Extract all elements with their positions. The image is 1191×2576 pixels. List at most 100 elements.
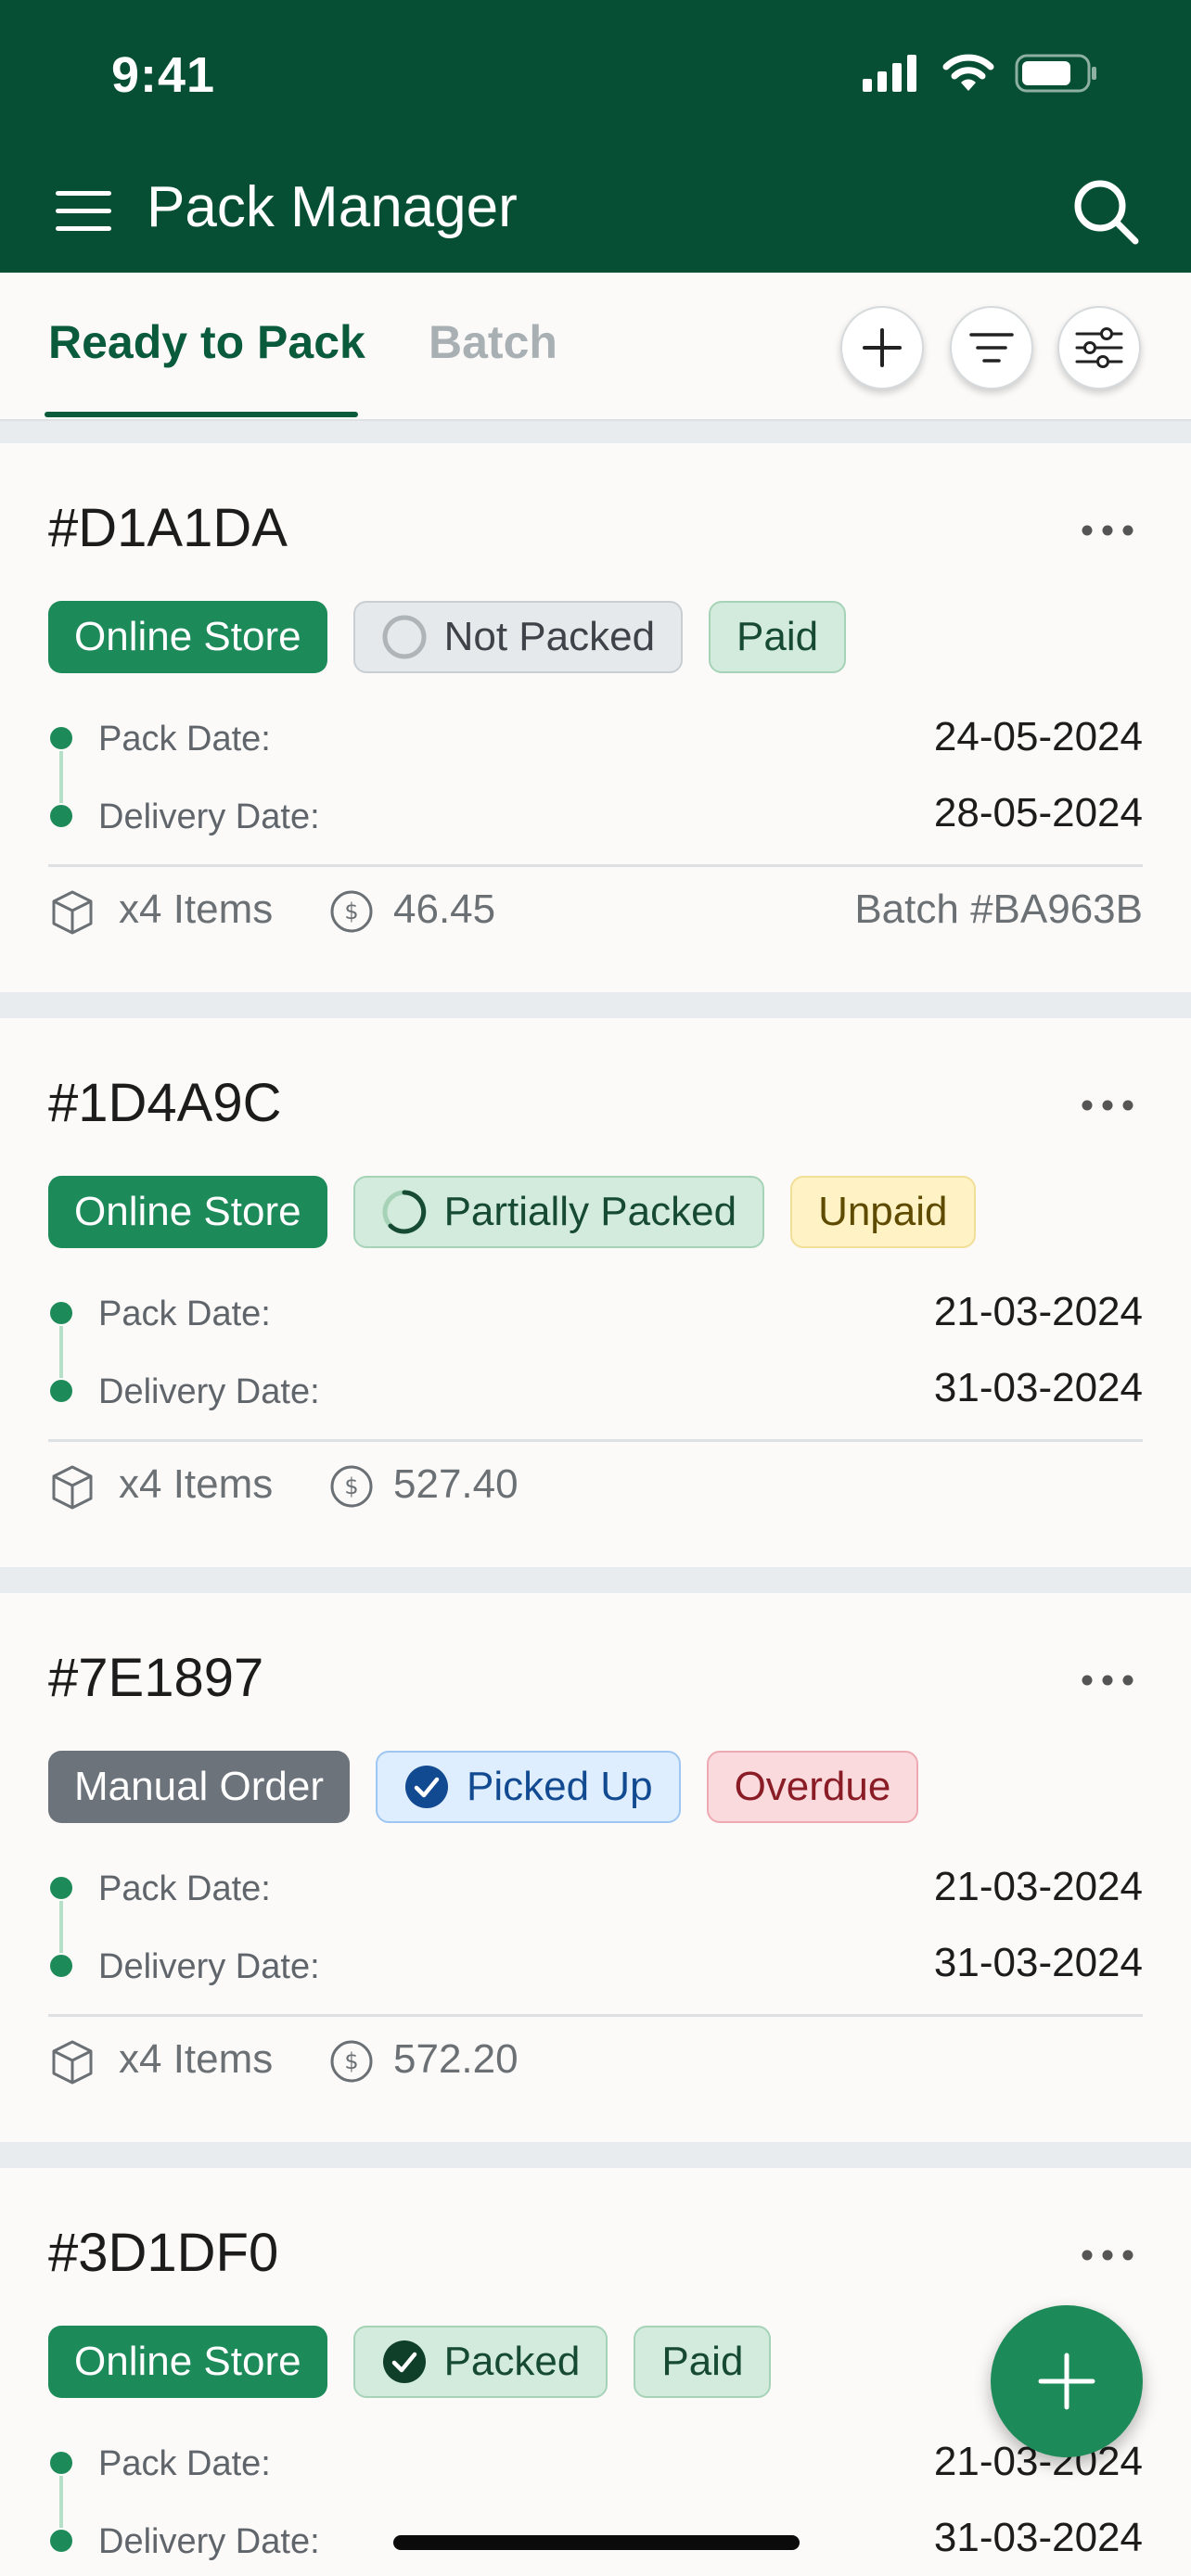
item-count: x4 Items	[119, 886, 274, 932]
timeline-dot	[50, 2452, 72, 2474]
order-badges: Online Store Partially Packed Unpaid	[48, 1176, 976, 1248]
pack-date-value: 21-03-2024	[933, 1289, 1143, 1334]
pack-status-label: Partially Packed	[443, 1189, 737, 1234]
delivery-date-label: Delivery Date:	[98, 1372, 320, 1411]
screen: 9:41 Pack Manager Ready to Pack Batch #D…	[0, 0, 1191, 2576]
payment-status-badge: Paid	[709, 601, 847, 673]
pack-date-value: 21-03-2024	[933, 1864, 1143, 1909]
svg-text:$: $	[344, 899, 358, 925]
pack-date-label: Pack Date:	[98, 1869, 271, 1908]
delivery-date-value: 28-05-2024	[933, 790, 1143, 835]
order-card[interactable]: #D1A1DA Online Store Not Packed Paid Pac…	[0, 443, 1191, 992]
pack-status-label: Picked Up	[467, 1764, 653, 1809]
order-badges: Online Store Packed Paid	[48, 2326, 772, 2398]
dollar-coin-icon: $	[330, 1465, 373, 1508]
order-card[interactable]: #7E1897 Manual Order Picked Up Overdue P…	[0, 1593, 1191, 2142]
source-badge: Online Store	[48, 1176, 327, 1248]
source-badge: Manual Order	[48, 1751, 351, 1823]
payment-status-label: Paid	[661, 2339, 744, 2384]
check-circle-icon	[382, 2340, 426, 2383]
pack-date-value: 24-05-2024	[933, 714, 1143, 759]
batch-id[interactable]: Batch #BA963B	[854, 886, 1143, 933]
timeline-dot	[50, 1877, 72, 1899]
hamburger-menu-icon[interactable]	[54, 185, 113, 237]
payment-status-badge: Paid	[634, 2326, 772, 2398]
more-options-icon[interactable]	[1080, 1096, 1135, 1115]
timeline-dot	[50, 1380, 72, 1402]
add-order-fab[interactable]	[991, 2305, 1143, 2457]
status-time: 9:41	[111, 47, 216, 103]
app-header: 9:41 Pack Manager	[0, 0, 1191, 273]
sliders-icon	[1075, 327, 1123, 368]
order-summary-row: x4 Items $ 572.20	[48, 2031, 1143, 2090]
source-label: Online Store	[74, 614, 301, 659]
order-summary-row: x4 Items $ 527.40	[48, 1456, 1143, 1515]
more-options-icon[interactable]	[1080, 521, 1135, 540]
plus-icon	[1038, 2353, 1095, 2410]
filter-button[interactable]	[1057, 306, 1141, 389]
timeline-dot	[50, 1302, 72, 1324]
timeline-connector	[59, 1326, 63, 1378]
empty-circle-icon	[382, 615, 427, 659]
item-count: x4 Items	[119, 2036, 274, 2082]
cellular-signal-icon	[863, 55, 916, 92]
tab-batch[interactable]: Batch	[429, 315, 557, 369]
sort-button[interactable]	[950, 306, 1033, 389]
source-label: Manual Order	[74, 1764, 325, 1809]
search-icon[interactable]	[1070, 176, 1141, 247]
app-bar: Pack Manager	[0, 167, 1191, 260]
payment-status-label: Paid	[736, 614, 819, 659]
payment-status-label: Unpaid	[818, 1189, 948, 1234]
active-tab-indicator	[45, 412, 358, 417]
delivery-date-label: Delivery Date:	[98, 797, 320, 836]
order-summary-row: x4 Items $ 46.45 Batch #BA963B	[48, 881, 1143, 940]
pack-status-badge: Partially Packed	[352, 1176, 765, 1248]
home-indicator[interactable]	[393, 2535, 800, 2550]
status-icons	[863, 54, 1098, 93]
box-icon	[52, 1465, 93, 1510]
order-id: #D1A1DA	[48, 498, 288, 558]
order-id: #1D4A9C	[48, 1073, 282, 1133]
timeline-dot	[50, 2530, 72, 2552]
card-divider	[48, 2014, 1143, 2017]
more-options-icon[interactable]	[1080, 2246, 1135, 2264]
sort-lines-icon	[969, 333, 1014, 363]
order-id: #3D1DF0	[48, 2223, 279, 2283]
tab-ready-to-pack[interactable]: Ready to Pack	[48, 315, 365, 369]
tab-bar: Ready to Pack Batch	[0, 273, 1191, 421]
timeline-connector	[59, 2476, 63, 2528]
delivery-date-value: 31-03-2024	[933, 2515, 1143, 2560]
plus-icon	[863, 328, 902, 367]
pack-status-label: Packed	[443, 2339, 581, 2384]
delivery-date-label: Delivery Date:	[98, 2522, 320, 2561]
order-badges: Manual Order Picked Up Overdue	[48, 1751, 919, 1823]
more-options-icon[interactable]	[1080, 1671, 1135, 1690]
pack-status-badge: Packed	[352, 2326, 608, 2398]
box-icon	[52, 2040, 93, 2085]
payment-status-badge: Overdue	[706, 1751, 919, 1823]
svg-text:$: $	[344, 1473, 358, 1499]
delivery-date-value: 31-03-2024	[933, 1365, 1143, 1410]
battery-icon	[1015, 54, 1096, 93]
pack-status-badge: Picked Up	[376, 1751, 681, 1823]
timeline-dot	[50, 727, 72, 749]
item-count: x4 Items	[119, 1461, 274, 1507]
order-badges: Online Store Not Packed Paid	[48, 601, 847, 673]
box-icon	[52, 890, 93, 935]
dollar-coin-icon: $	[330, 2040, 373, 2083]
pack-date-label: Pack Date:	[98, 720, 271, 759]
pack-status-badge: Not Packed	[352, 601, 684, 673]
add-button[interactable]	[840, 306, 924, 389]
source-label: Online Store	[74, 2339, 301, 2384]
pack-date-label: Pack Date:	[98, 1294, 271, 1333]
card-divider	[48, 864, 1143, 867]
order-amount: 572.20	[393, 2036, 519, 2082]
source-badge: Online Store	[48, 2326, 327, 2398]
order-card[interactable]: #1D4A9C Online Store Partially Packed Un…	[0, 1018, 1191, 1567]
source-label: Online Store	[74, 1189, 301, 1234]
timeline-dot	[50, 1955, 72, 1977]
timeline-dot	[50, 805, 72, 827]
payment-status-badge: Unpaid	[790, 1176, 976, 1248]
svg-text:$: $	[344, 2048, 358, 2074]
payment-status-label: Overdue	[734, 1764, 891, 1809]
